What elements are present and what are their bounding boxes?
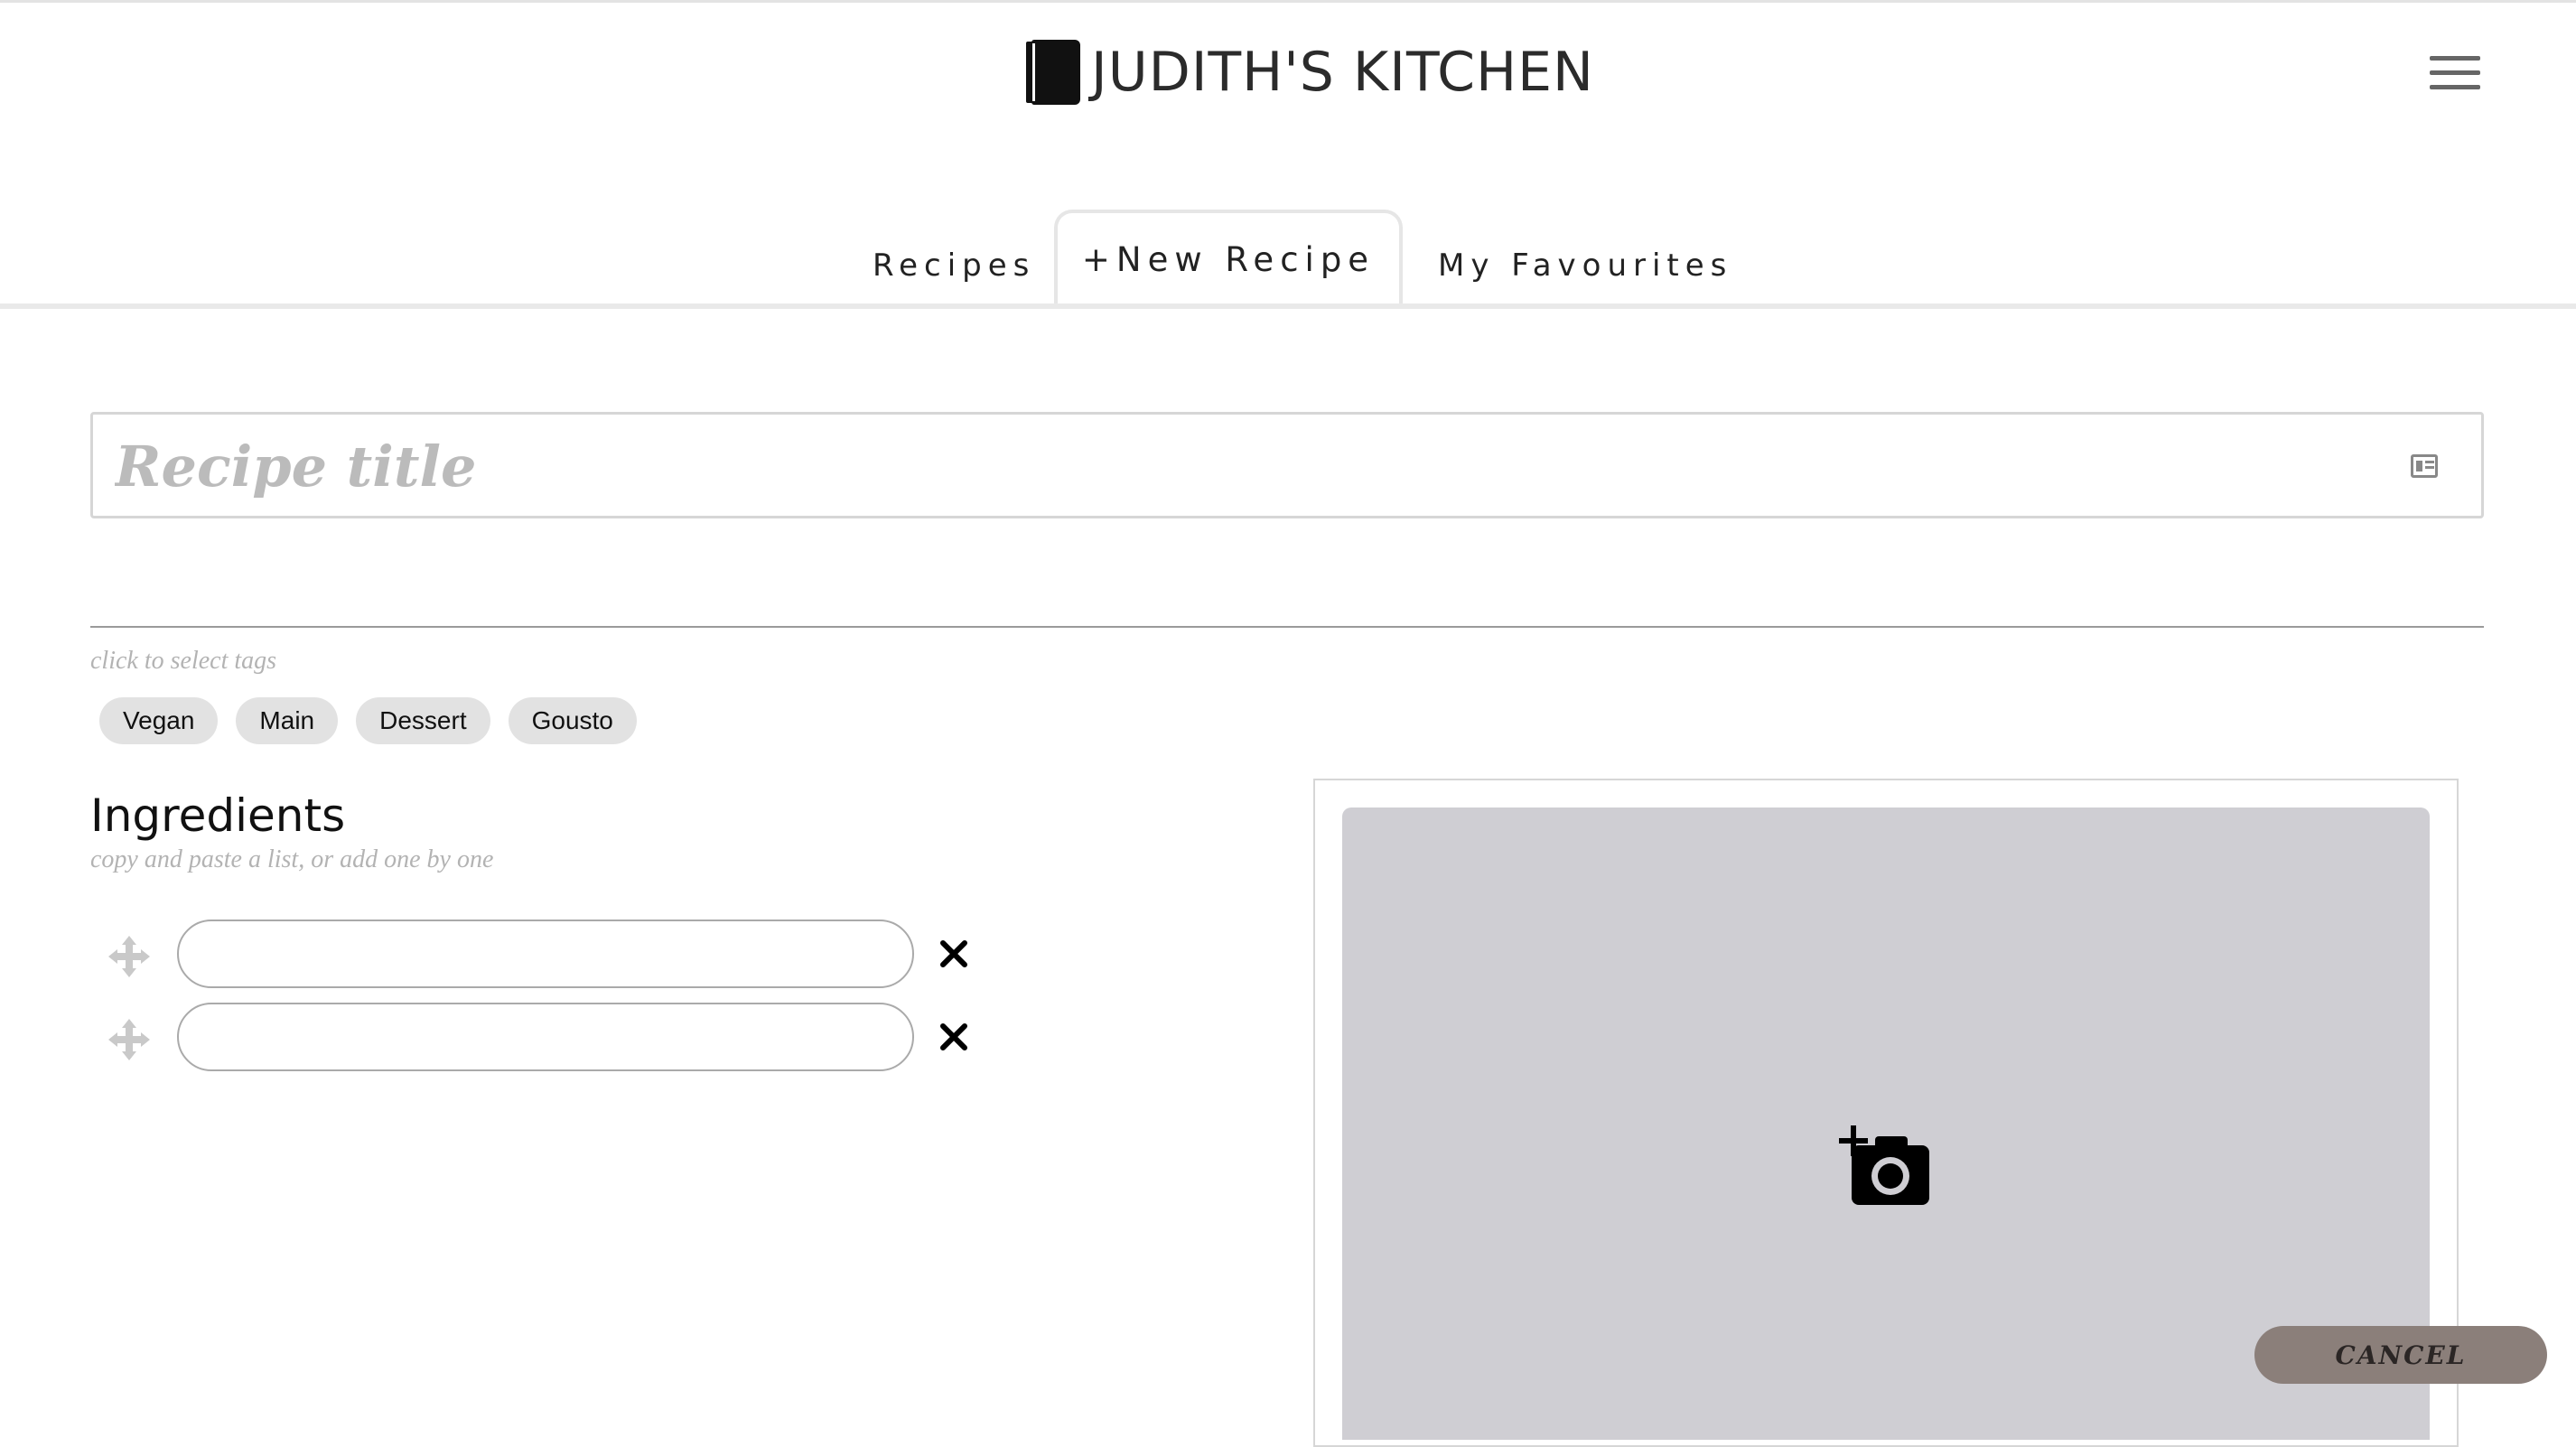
site-title: JUDITH'S KITCHEN (1091, 41, 1594, 104)
tag-vegan[interactable]: Vegan (99, 697, 219, 744)
recipe-title-field (90, 412, 2484, 518)
ingredient-row (108, 1003, 975, 1071)
tag-gousto[interactable]: Gousto (508, 697, 637, 744)
tags-hint: click to select tags (90, 647, 277, 675)
ingredient-input[interactable] (177, 920, 914, 988)
id-card-icon (2411, 454, 2438, 478)
tags-divider (90, 626, 2484, 628)
brand-logo[interactable]: JUDITH'S KITCHEN (1026, 34, 1594, 110)
top-divider (0, 0, 2576, 3)
drag-handle-icon[interactable] (108, 936, 150, 977)
recipe-title-input[interactable] (113, 415, 2375, 518)
tab-new-recipe-label: +New Recipe (1081, 239, 1376, 279)
tag-dessert[interactable]: Dessert (356, 697, 490, 744)
hamburger-menu-icon[interactable] (2430, 54, 2480, 92)
remove-ingredient-icon[interactable] (938, 1021, 970, 1053)
tag-list: Vegan Main Dessert Gousto (99, 697, 637, 744)
drag-handle-icon[interactable] (108, 1019, 150, 1060)
tab-my-favourites[interactable]: My Favourites (1438, 247, 1732, 284)
tabs-divider (0, 303, 2576, 309)
book-icon (1026, 40, 1080, 105)
ingredients-heading: Ingredients (90, 789, 346, 842)
ingredient-input[interactable] (177, 1003, 914, 1071)
ingredient-row (108, 920, 975, 988)
add-photo-camera-icon (1839, 1125, 1933, 1207)
tab-new-recipe[interactable]: +New Recipe (1054, 210, 1403, 305)
tab-recipes[interactable]: Recipes (873, 247, 1035, 284)
ingredients-hint: copy and paste a list, or add one by one (90, 845, 494, 873)
cancel-button[interactable]: CANCEL (2254, 1326, 2547, 1384)
remove-ingredient-icon[interactable] (938, 938, 970, 970)
tag-main[interactable]: Main (236, 697, 339, 744)
